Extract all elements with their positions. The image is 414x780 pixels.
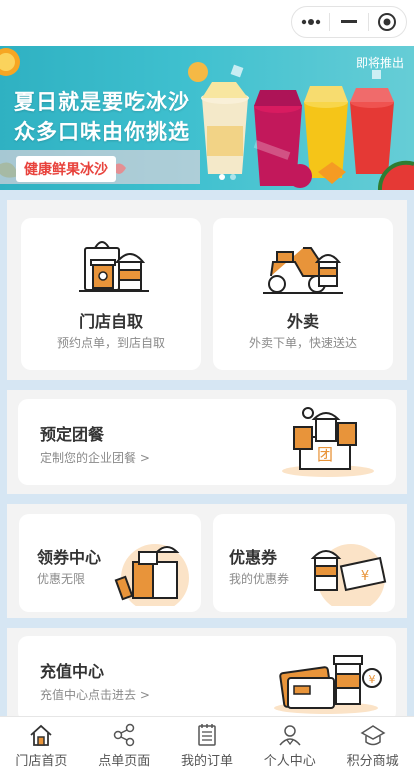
pickup-card[interactable]: 门店自取 预约点单，到店自取: [21, 218, 201, 370]
promo-banner[interactable]: 即将推出 夏日就是要吃冰沙 众多口味由你挑选 健康鲜果冰沙: [0, 46, 414, 190]
tab-label: 我的订单: [180, 754, 233, 769]
title-bar: [0, 0, 414, 46]
group-meal-panel: 预定团餐 定制您的企业团餐 > 团: [7, 390, 407, 494]
coupon-center-card[interactable]: 领券中心 优惠无限: [19, 514, 201, 612]
pickup-subtitle: 预约点单，到店自取: [56, 336, 165, 350]
recharge-card[interactable]: 充值中心 充值中心点击进去 > ¥: [18, 636, 396, 722]
tab-personal-center[interactable]: 个人中心: [248, 717, 331, 780]
tab-label: 个人中心: [263, 754, 316, 769]
delivery-subtitle: 外卖下单，快速送达: [248, 336, 357, 350]
service-panel: 门店自取 预约点单，到店自取 外卖 外卖下单，快速送达: [7, 200, 407, 380]
tab-store-home[interactable]: 门店首页: [0, 717, 83, 780]
tab-my-orders[interactable]: 我的订单: [166, 717, 249, 780]
banner-tag: 健康鲜果冰沙: [16, 156, 116, 182]
store-pickup-icon: [79, 241, 149, 292]
more-icon: [301, 19, 320, 25]
banner-headline-2: 众多口味由你挑选: [14, 120, 190, 144]
home-icon: [30, 724, 52, 746]
group-meal-icon: 团: [282, 407, 374, 477]
recharge-card-icon: ¥: [274, 655, 382, 714]
coupon-center-icon: [114, 544, 189, 606]
svg-text:¥: ¥: [369, 673, 376, 686]
tab-label: 积分商城: [346, 754, 399, 769]
minimize-icon: [340, 20, 357, 23]
svg-text:¥: ¥: [361, 569, 369, 584]
carousel-dots[interactable]: [219, 174, 236, 180]
close-button[interactable]: [369, 7, 406, 37]
tab-label: 点单页面: [98, 754, 151, 769]
drink-cup-4: [350, 88, 394, 174]
drink-cup-3: [304, 86, 348, 178]
tab-points-mall[interactable]: 积分商城: [331, 717, 414, 780]
more-button[interactable]: [292, 7, 329, 37]
delivery-scooter-icon: [263, 247, 343, 294]
svg-text:团: 团: [317, 445, 333, 464]
user-icon: [279, 725, 301, 746]
recharge-subtitle: 充值中心点击进去 >: [40, 688, 150, 702]
tab-label: 门店首页: [15, 754, 68, 769]
group-meal-card[interactable]: 预定团餐 定制您的企业团餐 > 团: [18, 399, 396, 485]
pickup-title: 门店自取: [78, 312, 143, 331]
share-icon: [113, 723, 135, 747]
mall-icon: [360, 725, 386, 746]
coupons-title: 优惠券: [229, 548, 278, 567]
banner-headline-1: 夏日就是要吃冰沙: [14, 90, 190, 114]
drink-cup-1: [201, 82, 249, 174]
coupons-card[interactable]: 优惠券 我的优惠券 ¥: [213, 514, 395, 612]
order-icon: [198, 724, 216, 746]
recharge-panel: 充值中心 充值中心点击进去 > ¥: [7, 628, 407, 722]
coupon-ticket-icon: ¥: [310, 544, 387, 606]
tab-order-page[interactable]: 点单页面: [83, 717, 166, 780]
coupons-subtitle: 我的优惠券: [229, 572, 290, 586]
target-icon: [378, 13, 397, 31]
coming-soon-badge: 即将推出: [355, 56, 404, 70]
coupon-panel: 领券中心 优惠无限 优惠券 我的优惠券 ¥: [7, 504, 407, 618]
group-meal-title: 预定团餐: [40, 425, 105, 444]
delivery-title: 外卖: [286, 312, 319, 331]
menu-capsule: [291, 6, 407, 38]
minimize-button[interactable]: [330, 7, 367, 37]
delivery-card[interactable]: 外卖 外卖下单，快速送达: [213, 218, 393, 370]
group-meal-subtitle: 定制您的企业团餐 >: [40, 451, 150, 465]
coupon-center-subtitle: 优惠无限: [37, 572, 86, 586]
coupon-center-title: 领券中心: [37, 548, 102, 567]
recharge-title: 充值中心: [40, 662, 105, 681]
bottom-tab-bar: 门店首页 点单页面 我的订单 个人中心 积分商城: [0, 716, 414, 780]
